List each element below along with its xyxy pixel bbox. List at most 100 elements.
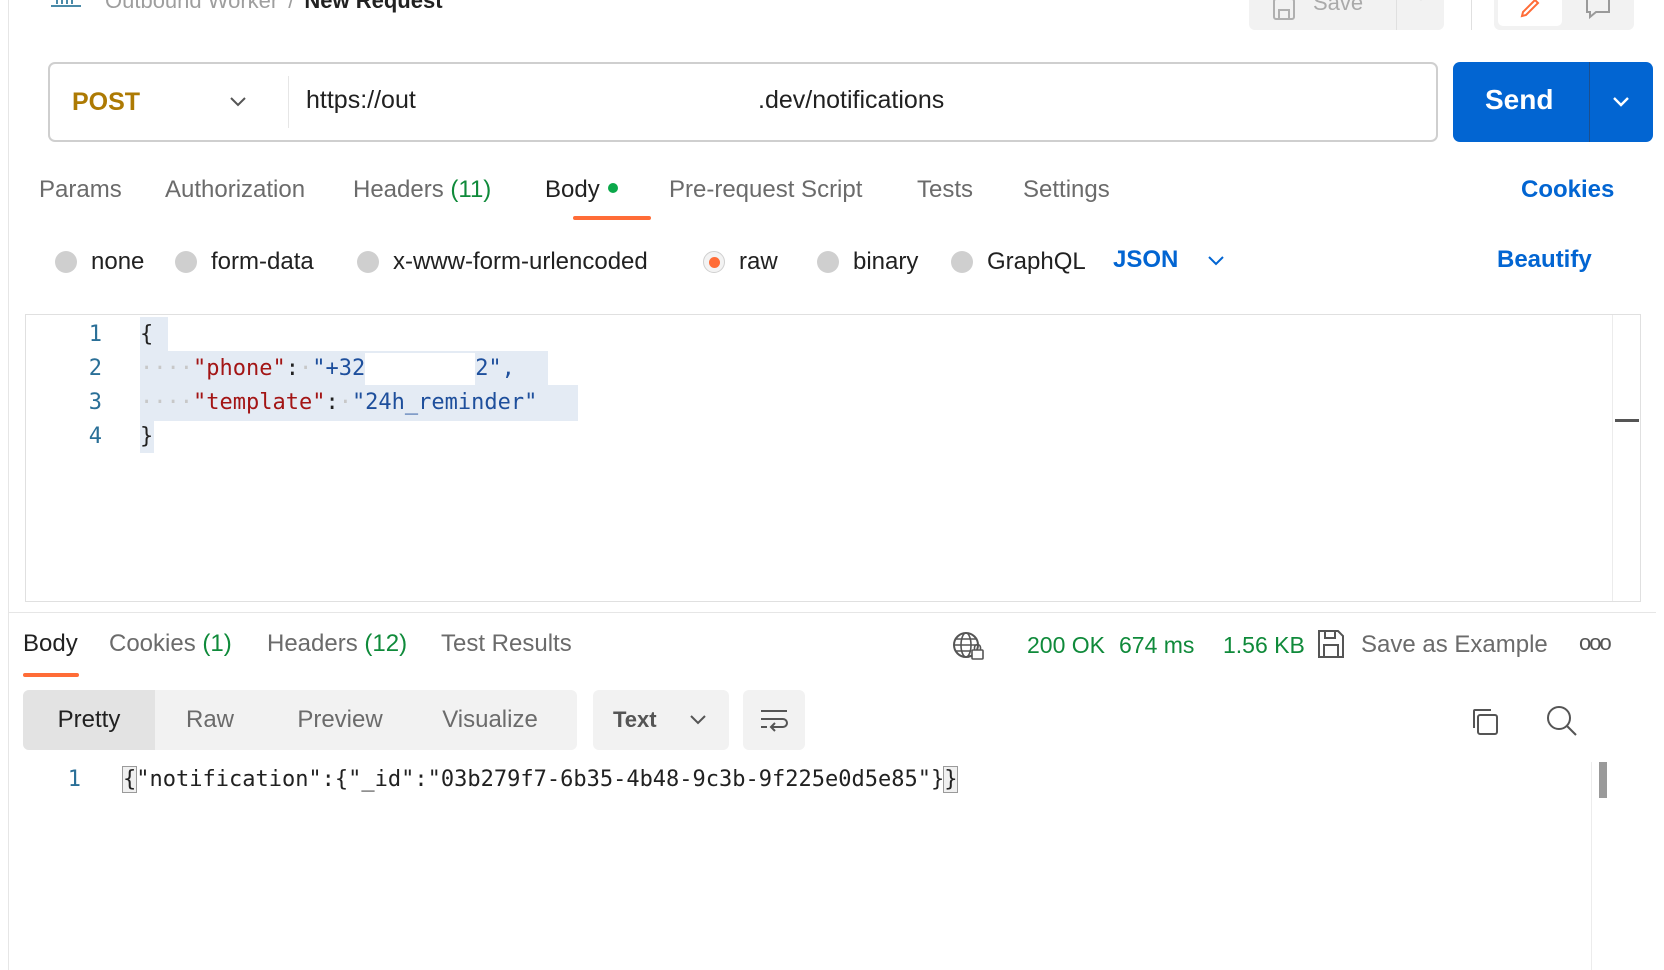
breadcrumb-collection[interactable]: Outbound Worker [105, 0, 278, 13]
tab-body-label: Body [545, 176, 600, 203]
status-code[interactable]: 200 OK [1027, 632, 1105, 659]
scrollbar-marker [1615, 419, 1639, 422]
line-number: 1 [67, 767, 81, 792]
response-tab-test-results[interactable]: Test Results [441, 630, 572, 658]
search-icon[interactable] [1545, 704, 1579, 738]
method-divider [288, 76, 289, 128]
line-number: 4 [88, 424, 102, 449]
response-size[interactable]: 1.56 KB [1223, 632, 1305, 659]
redaction-mask [365, 353, 476, 385]
http-request-icon [51, 0, 81, 7]
send-button[interactable]: Send [1453, 62, 1653, 142]
tab-settings[interactable]: Settings [1023, 176, 1110, 204]
tab-headers-label: Headers [353, 176, 444, 203]
view-pretty-button[interactable]: Pretty [23, 690, 155, 750]
response-body-viewer[interactable]: 1 {"notification":{"_id":"03b279f7-6b35-… [9, 762, 1629, 970]
tab-pre-request-script[interactable]: Pre-request Script [669, 176, 862, 204]
radio-circle [357, 251, 379, 273]
radio-form-data-label: form-data [211, 248, 314, 275]
response-json: "notification":{"_id":"03b279f7-6b35-4b4… [136, 767, 945, 792]
radio-graphql[interactable]: GraphQL [951, 248, 1086, 276]
code-line: 3 ····"template":·"24h_reminder" [26, 385, 1606, 421]
response-code-line: 1 {"notification":{"_id":"03b279f7-6b35-… [9, 762, 1589, 798]
more-options-icon[interactable]: ooo [1579, 630, 1612, 656]
json-colon: : [325, 390, 339, 415]
radio-form-data[interactable]: form-data [175, 248, 314, 276]
chevron-down-icon [230, 97, 246, 107]
response-tab-headers-count: (12) [364, 630, 408, 657]
view-preview-button[interactable]: Preview [265, 690, 415, 750]
network-globe-icon[interactable] [951, 630, 985, 662]
line-number: 2 [88, 356, 102, 381]
response-tab-body[interactable]: Body [23, 630, 78, 658]
save-as-example-button[interactable]: Save as Example [1361, 631, 1548, 659]
save-icon[interactable] [1316, 628, 1346, 660]
response-time[interactable]: 674 ms [1119, 632, 1194, 659]
json-colon: : [285, 356, 299, 381]
json-value-phone-end: 2", [475, 356, 515, 381]
wrap-lines-button[interactable] [743, 690, 805, 750]
breadcrumb-current[interactable]: New Request [304, 0, 442, 13]
method-select[interactable]: POST [50, 64, 290, 140]
chevron-down-icon[interactable] [1609, 90, 1633, 114]
json-value-phone-start: "+32 [312, 356, 366, 381]
json-value-template: "24h_reminder" [351, 390, 538, 415]
tab-tests[interactable]: Tests [917, 176, 973, 204]
response-format-select[interactable]: Text [593, 690, 729, 750]
radio-binary[interactable]: binary [817, 248, 918, 276]
editor-scrollbar[interactable] [1612, 315, 1640, 601]
radio-raw-label: raw [739, 248, 778, 275]
save-divider [1396, 0, 1397, 30]
cookies-link[interactable]: Cookies [1521, 176, 1614, 204]
url-input-suffix[interactable]: .dev/notifications [758, 86, 944, 115]
response-format-label: Text [613, 707, 657, 732]
url-input[interactable]: https://out [306, 86, 416, 115]
copy-icon[interactable] [1469, 706, 1501, 738]
radio-circle [951, 251, 973, 273]
radio-none[interactable]: none [55, 248, 144, 276]
method-label: POST [72, 88, 141, 116]
response-divider[interactable] [9, 612, 1656, 613]
code-text: ····"template":·"24h_reminder" [140, 390, 538, 415]
line-number: 1 [88, 322, 102, 347]
save-icon [1273, 0, 1295, 20]
breadcrumb: Outbound Worker / New Request [105, 0, 443, 14]
tab-headers-count: (11) [450, 176, 492, 203]
request-editor-pane: Outbound Worker / New Request Save POST … [8, 0, 1656, 970]
comment-icon[interactable] [1584, 0, 1612, 20]
radio-circle [175, 251, 197, 273]
view-raw-button[interactable]: Raw [155, 690, 265, 750]
save-button-label: Save [1313, 0, 1364, 15]
radio-raw[interactable]: raw [703, 248, 778, 276]
pencil-icon [1520, 0, 1540, 18]
code-line: 2 ····"phone":·"+32 2", [26, 351, 1606, 387]
response-scrollbar-track[interactable] [1591, 762, 1592, 970]
bracket-match: { [121, 766, 138, 793]
chevron-down-icon[interactable] [1205, 250, 1227, 272]
top-bar: Outbound Worker / New Request Save [9, 0, 1656, 40]
response-tab-cookies-count: (1) [202, 630, 232, 657]
tab-params[interactable]: Params [39, 176, 122, 204]
tab-authorization[interactable]: Authorization [165, 176, 305, 204]
request-body-editor[interactable]: 1 { 2 ····"phone":·"+32 2", 3 ····"templa… [25, 314, 1641, 602]
send-divider [1589, 62, 1590, 142]
response-tab-cookies-label: Cookies [109, 630, 196, 657]
save-button[interactable]: Save [1249, 0, 1444, 30]
chevron-down-icon[interactable] [1411, 0, 1431, 4]
language-select[interactable]: JSON [1113, 246, 1178, 274]
response-tab-headers-label: Headers [267, 630, 358, 657]
response-tab-cookies[interactable]: Cookies (1) [109, 630, 232, 658]
radio-binary-label: binary [853, 248, 919, 275]
tab-body[interactable]: Body [545, 176, 618, 204]
line-number: 3 [88, 390, 102, 415]
body-indicator-dot [607, 182, 618, 193]
tab-headers[interactable]: Headers (11) [353, 176, 491, 204]
view-visualize-button[interactable]: Visualize [415, 690, 565, 750]
edit-mode-button[interactable] [1498, 0, 1562, 26]
response-scrollbar-thumb[interactable] [1599, 762, 1607, 798]
beautify-button[interactable]: Beautify [1497, 246, 1592, 274]
code-text: { [140, 322, 154, 347]
radio-urlencoded[interactable]: x-www-form-urlencoded [357, 248, 648, 276]
response-tab-headers[interactable]: Headers (12) [267, 630, 407, 658]
response-view-switch: Pretty Raw Preview Visualize [23, 690, 577, 750]
